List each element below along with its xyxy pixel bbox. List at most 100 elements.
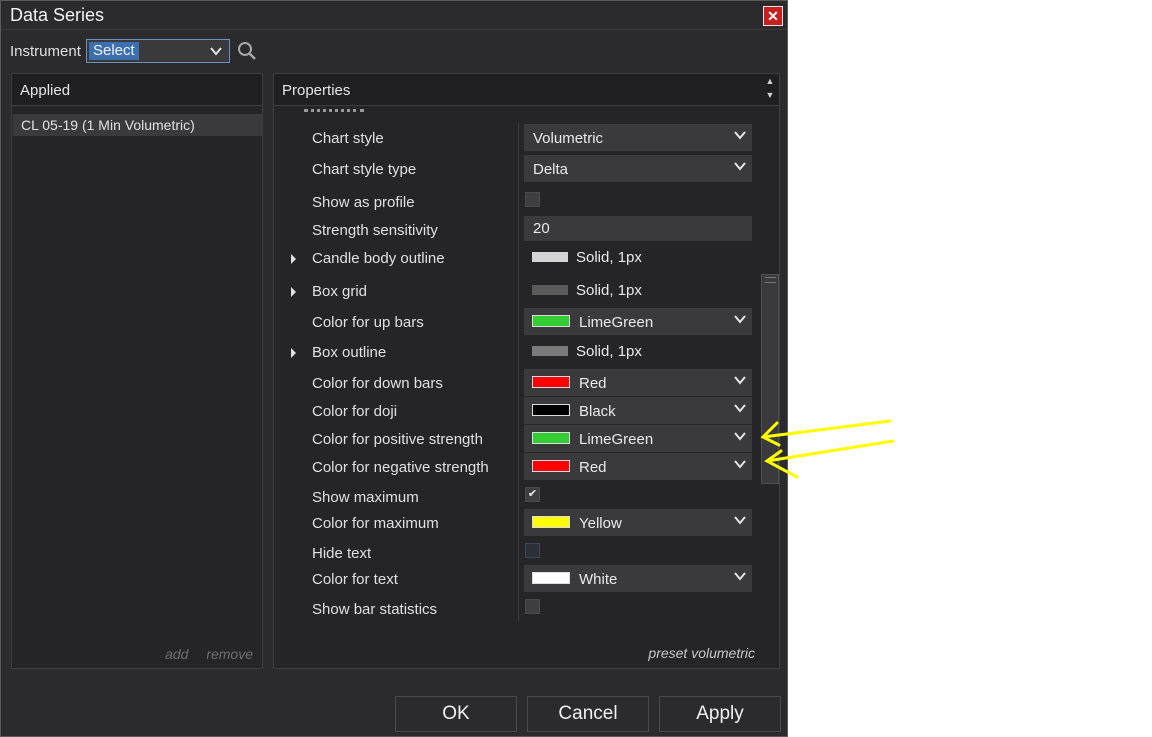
- input-value: 20: [533, 220, 550, 237]
- color-dropdown[interactable]: LimeGreen: [524, 425, 752, 452]
- stroke-value: Solid, 1px: [576, 282, 642, 299]
- color-dropdown[interactable]: Black: [524, 397, 752, 424]
- applied-header: Applied: [12, 74, 262, 106]
- data-series-dialog: Data Series ✕ Instrument Select Applied …: [0, 0, 788, 737]
- close-icon[interactable]: ✕: [763, 6, 783, 26]
- property-row: Color for positive strength LimeGreen: [274, 425, 760, 453]
- stroke-value: Solid, 1px: [576, 249, 642, 266]
- applied-item[interactable]: CL 05-19 (1 Min Volumetric): [13, 114, 262, 136]
- expand-arrow-icon[interactable]: [291, 287, 296, 297]
- dropdown-value: Volumetric: [533, 130, 604, 147]
- property-label: Color for maximum: [312, 515, 439, 532]
- property-label: Color for doji: [312, 403, 398, 420]
- scroll-up-icon[interactable]: ▲: [761, 74, 779, 88]
- expand-arrow-icon[interactable]: [291, 348, 296, 358]
- property-row: Box grid Solid, 1px: [274, 277, 760, 305]
- arrow-negative-strength: [764, 439, 895, 479]
- color-dropdown[interactable]: Red: [524, 453, 752, 480]
- property-row: Strength sensitivity 20: [274, 216, 760, 244]
- property-label: Color for text: [312, 571, 398, 588]
- applied-footer: add remove: [151, 646, 253, 662]
- property-checkbox[interactable]: [525, 192, 540, 207]
- search-icon[interactable]: [237, 41, 257, 61]
- property-label: Show bar statistics: [312, 601, 438, 618]
- property-row: Chart style Volumetric: [274, 124, 760, 152]
- applied-panel: Applied CL 05-19 (1 Min Volumetric) add …: [11, 73, 263, 669]
- property-label: Show as profile: [312, 194, 415, 211]
- property-row: Show bar statistics: [274, 595, 760, 623]
- color-dropdown[interactable]: LimeGreen: [524, 308, 752, 335]
- property-row: Color for up bars LimeGreen: [274, 308, 760, 336]
- property-row: Color for text White: [274, 565, 760, 593]
- dropdown-value: Yellow: [579, 515, 622, 532]
- property-row: Chart style type Delta: [274, 155, 760, 183]
- chevron-down-icon: [734, 432, 746, 441]
- stroke-swatch: [532, 285, 568, 295]
- chevron-down-icon: [734, 460, 746, 469]
- apply-button[interactable]: Apply: [659, 696, 781, 732]
- dropdown-value: White: [579, 571, 618, 588]
- color-dropdown[interactable]: Red: [524, 369, 752, 396]
- chevron-down-icon: [734, 131, 746, 140]
- property-row: Box outline Solid, 1px: [274, 338, 760, 366]
- properties-panel: Properties ▲ ▼ Chart style Volumetric Char…: [273, 73, 780, 669]
- property-checkbox[interactable]: [525, 599, 540, 614]
- color-dropdown[interactable]: White: [524, 565, 752, 592]
- property-label: Chart style type: [312, 161, 417, 178]
- title-bar: Data Series ✕: [1, 1, 787, 30]
- dropdown-value: Red: [579, 375, 607, 392]
- property-label: Show maximum: [312, 489, 419, 506]
- property-row: Candle body outline Solid, 1px: [274, 244, 760, 272]
- property-checkbox[interactable]: [525, 543, 540, 558]
- property-label: Chart style: [312, 130, 384, 147]
- chevron-down-icon: [734, 315, 746, 324]
- color-swatch: [532, 432, 570, 444]
- preset-label[interactable]: preset volumetric: [648, 645, 755, 661]
- property-label: Hide text: [312, 545, 372, 562]
- property-row: Color for down bars Red: [274, 369, 760, 397]
- property-row: Show as profile: [274, 188, 760, 216]
- cancel-button[interactable]: Cancel: [527, 696, 649, 732]
- property-label: Color for negative strength: [312, 459, 489, 476]
- stroke-swatch: [532, 252, 568, 262]
- color-swatch: [532, 315, 570, 327]
- remove-link[interactable]: remove: [206, 646, 253, 662]
- color-dropdown[interactable]: Yellow: [524, 509, 752, 536]
- property-row: Show maximum ✔: [274, 483, 760, 511]
- instrument-select[interactable]: Select: [86, 39, 230, 63]
- dropdown-value: LimeGreen: [579, 314, 654, 331]
- property-label: Box outline: [312, 344, 387, 361]
- property-row: Color for negative strength Red: [274, 453, 760, 481]
- property-row: Color for doji Black: [274, 397, 760, 425]
- scroll-down-icon[interactable]: ▼: [761, 88, 779, 102]
- chevron-down-icon: [734, 376, 746, 385]
- chevron-down-icon: [734, 404, 746, 413]
- category-header-cut: [304, 106, 384, 113]
- dropdown-value: LimeGreen: [579, 431, 654, 448]
- stroke-swatch: [532, 346, 568, 356]
- strength-sensitivity-input[interactable]: 20: [524, 216, 752, 241]
- chevron-down-icon: [210, 47, 222, 56]
- property-label: Strength sensitivity: [312, 222, 438, 239]
- property-label: Color for up bars: [312, 314, 424, 331]
- stroke-value: Solid, 1px: [576, 343, 642, 360]
- color-swatch: [532, 376, 570, 388]
- property-dropdown[interactable]: Volumetric: [524, 124, 752, 151]
- property-checkbox[interactable]: ✔: [525, 487, 540, 502]
- dropdown-value: Black: [579, 403, 616, 420]
- category-header-cut-bottom: [282, 630, 362, 636]
- ok-button[interactable]: OK: [395, 696, 517, 732]
- property-label: Color for positive strength: [312, 431, 483, 448]
- check-icon: ✔: [527, 488, 538, 500]
- expand-arrow-icon[interactable]: [291, 254, 296, 264]
- add-link[interactable]: add: [165, 646, 188, 662]
- property-dropdown[interactable]: Delta: [524, 155, 752, 182]
- property-label: Candle body outline: [312, 250, 445, 267]
- color-swatch: [532, 404, 570, 416]
- scroll-arrows[interactable]: ▲ ▼: [761, 74, 779, 106]
- window-title: Data Series: [10, 5, 105, 25]
- yellow-annotation-arrows: [760, 419, 895, 479]
- chevron-down-icon: [734, 516, 746, 525]
- arrow-positive-strength: [760, 419, 892, 447]
- dropdown-value: Red: [579, 459, 607, 476]
